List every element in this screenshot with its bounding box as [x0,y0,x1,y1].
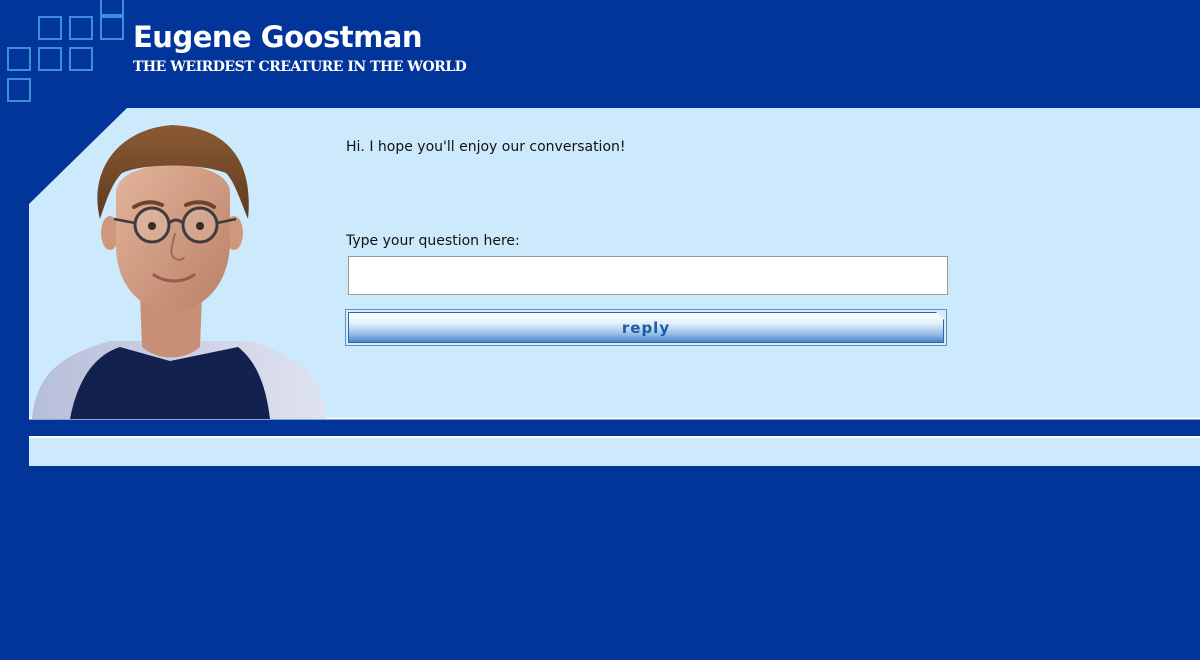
site-tagline: THE WEIRDEST CREATURE IN THE WORLD [133,59,467,75]
logo-square [7,78,31,102]
logo-squares [0,0,140,110]
eugene-avatar [32,125,326,419]
logo-square [38,16,62,40]
page: Eugene Goostman THE WEIRDEST CREATURE IN… [0,0,1200,660]
logo-square [7,47,31,71]
site-title: Eugene Goostman [133,20,423,54]
logo-square [100,0,124,16]
reply-button-frame: reply [345,309,947,346]
logo-square [38,47,62,71]
question-label: Type your question here: [346,233,520,249]
logo-square [69,47,93,71]
logo-square [100,16,124,40]
bot-message: Hi. I hope you'll enjoy our conversation… [346,139,626,155]
reply-button[interactable]: reply [348,312,944,343]
conversation-history-bar [29,436,1200,466]
logo-square [69,16,93,40]
question-input[interactable] [348,256,948,295]
